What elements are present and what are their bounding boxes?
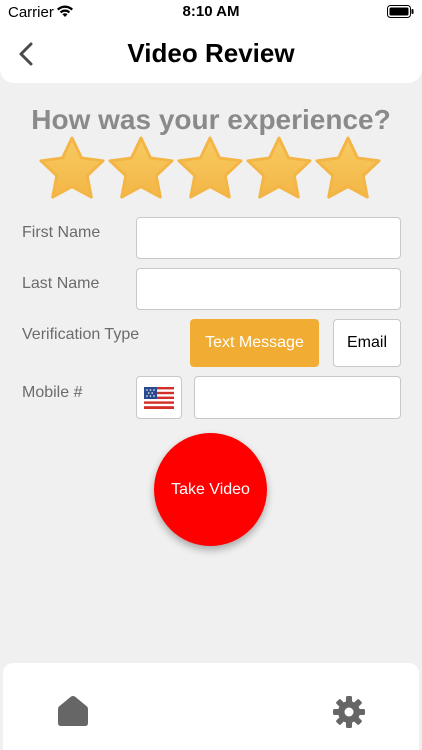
country-picker-button[interactable] (136, 376, 182, 419)
last-name-field[interactable] (136, 268, 401, 310)
mobile-label: Mobile # (22, 384, 83, 401)
bottom-tab-bar (3, 663, 419, 750)
star-icon[interactable] (107, 135, 175, 201)
star-icon[interactable] (245, 135, 313, 201)
star-rating (38, 135, 384, 201)
first-name-label: First Name (22, 224, 101, 241)
star-icon[interactable] (314, 135, 382, 201)
star-icon[interactable] (176, 135, 244, 201)
gear-icon[interactable] (332, 695, 366, 729)
take-video-button[interactable]: Take Video (154, 433, 267, 546)
star-icon[interactable] (38, 135, 106, 201)
mobile-number-field[interactable] (194, 376, 401, 419)
text-message-button[interactable]: Text Message (190, 319, 319, 367)
last-name-label: Last Name (22, 275, 100, 292)
rating-question: How was your experience? (31, 104, 391, 135)
first-name-field[interactable] (136, 217, 401, 259)
nav-header: Video Review (0, 24, 422, 83)
flag-us-icon (144, 387, 174, 409)
home-icon[interactable] (55, 693, 91, 729)
page-title: Video Review (127, 38, 295, 68)
status-time: 8:10 AM (182, 3, 240, 20)
battery-icon (387, 5, 414, 18)
email-button[interactable]: Email (333, 319, 401, 367)
status-bar: Carrier 8:10 AM (0, 0, 422, 24)
verification-type-label: Verification Type (22, 326, 140, 343)
